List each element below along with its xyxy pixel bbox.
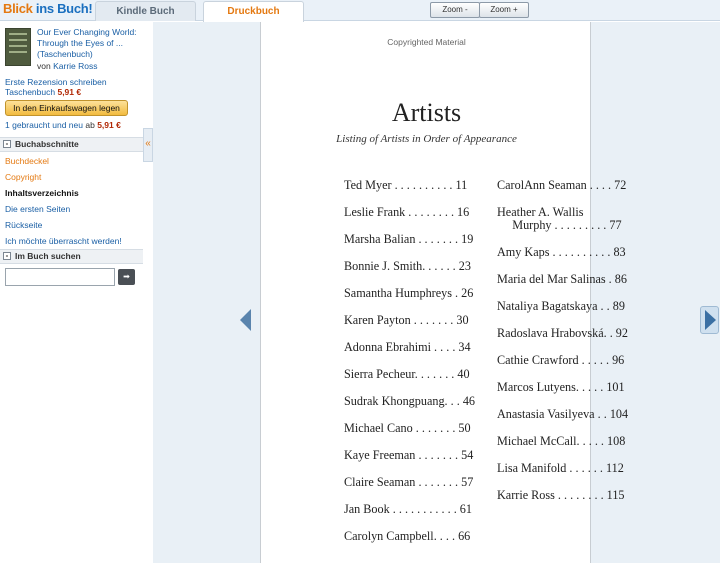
search-header[interactable]: - Im Buch suchen: [0, 249, 143, 264]
toc-entry: Carolyn Campbell. . . . 66: [344, 529, 471, 543]
book-page: Copyrighted Material Artists Listing of …: [260, 22, 628, 563]
toc-entry: Bonnie J. Smith. . . . . . 23: [344, 259, 471, 273]
section-link-copyright[interactable]: Copyright: [5, 172, 41, 182]
format-price-line: Taschenbuch 5,91 €: [5, 87, 81, 97]
toc-entry: Cathie Crawford . . . . . 96: [497, 353, 625, 367]
toc-entry: Michael Cano . . . . . . . 50: [344, 421, 471, 435]
collapse-minus-icon[interactable]: -: [3, 252, 11, 260]
toc-entry: Karrie Ross . . . . . . . . 115: [497, 488, 625, 502]
toc-entry: Radoslava Hrabovská. . 92: [497, 326, 628, 340]
search-in-book-input[interactable]: [5, 268, 115, 286]
section-link-inhaltsverzeichnis[interactable]: Inhaltsverzeichnis: [5, 188, 79, 198]
toc-entry: Sierra Pecheur. . . . . . . 40: [344, 367, 470, 381]
toc-entry: Murphy . . . . . . . . . 77: [497, 218, 622, 232]
toc-entry: Jan Book . . . . . . . . . . . 61: [344, 502, 472, 516]
sections-heading: Buchabschnitte: [15, 139, 79, 149]
toc-entry: Michael McCall. . . . . 108: [497, 434, 626, 448]
copyright-notice: Copyrighted Material: [387, 37, 466, 47]
toc-entry: Karen Payton . . . . . . . 30: [344, 313, 469, 327]
top-bar: Blick ins Buch! Kindle Buch Druckbuch Zo…: [0, 0, 720, 22]
logo-text-blick: Blick: [3, 1, 33, 16]
used-offers-link[interactable]: 1 gebraucht und neu: [5, 120, 83, 130]
book-cover-thumbnail[interactable]: [5, 28, 31, 66]
price-value: 5,91 €: [57, 87, 82, 97]
toc-entry: Nataliya Bagatskaya . . 89: [497, 299, 625, 313]
zoom-in-button[interactable]: Zoom +: [479, 2, 529, 18]
section-link-surprise[interactable]: Ich möchte überrascht werden!: [5, 236, 122, 246]
tab-kindle-buch[interactable]: Kindle Buch: [95, 1, 196, 21]
toc-entry: Marsha Balian . . . . . . . 19: [344, 232, 474, 246]
used-price-value: 5,91 €: [97, 120, 121, 130]
section-link-buchdeckel[interactable]: Buchdeckel: [5, 156, 49, 166]
search-heading: Im Buch suchen: [15, 251, 81, 261]
toc-entry: Sudrak Khongpuang. . . 46: [344, 394, 476, 408]
collapse-sidebar-handle[interactable]: «: [143, 128, 153, 162]
zoom-out-button[interactable]: Zoom -: [430, 2, 480, 18]
author-line: von Karrie Ross: [37, 61, 98, 71]
page-heading: Artists: [391, 98, 462, 127]
toc-entry: Claire Seaman . . . . . . . 57: [344, 475, 474, 489]
next-page-arrow-icon: [705, 310, 716, 330]
toc-entry: Kaye Freeman . . . . . . . 54: [344, 448, 474, 462]
logo-text-ins-buch: ins Buch!: [32, 1, 93, 16]
toc-entry: Lisa Manifold . . . . . . 112: [497, 461, 624, 475]
used-from-label: ab: [85, 120, 95, 130]
search-go-button[interactable]: ➡: [118, 269, 135, 285]
toc-entry: CarolAnn Seaman . . . . 72: [497, 178, 627, 192]
toc-entry: Adonna Ebrahimi . . . . 34: [344, 340, 471, 354]
toc-entry: Maria del Mar Salinas . 86: [497, 272, 627, 286]
add-to-cart-button[interactable]: In den Einkaufswagen legen: [5, 100, 128, 116]
toc-entry: Ted Myer . . . . . . . . . . 11: [344, 178, 468, 192]
toc-entry: Anastasia Vasilyeva . . 104: [497, 407, 629, 421]
format-link[interactable]: Taschenbuch: [5, 87, 55, 97]
next-page-button[interactable]: [700, 306, 719, 334]
toc-entry: Marcos Lutyens. . . . . 101: [497, 380, 625, 394]
section-link-rueckseite[interactable]: Rückseite: [5, 220, 42, 230]
blick-ins-buch-logo[interactable]: Blick ins Buch!: [3, 1, 93, 16]
section-link-erste-seiten[interactable]: Die ersten Seiten: [5, 204, 70, 214]
book-viewer: Copyrighted Material Artists Listing of …: [153, 22, 720, 563]
double-chevron-left-icon: «: [145, 138, 151, 149]
sidebar: Our Ever Changing World: Through the Eye…: [0, 22, 143, 563]
page-subheading: Listing of Artists in Order of Appearanc…: [336, 133, 517, 145]
used-offers-line: 1 gebraucht und neu ab 5,91 €: [5, 120, 121, 130]
tab-druckbuch[interactable]: Druckbuch: [203, 1, 304, 22]
toc-entry: Leslie Frank . . . . . . . . 16: [344, 205, 470, 219]
previous-page-arrow-icon[interactable]: [240, 309, 251, 331]
toc-entry: Samantha Humphreys . 26: [344, 286, 474, 300]
write-review-link[interactable]: Erste Rezension schreiben: [5, 77, 107, 87]
collapse-minus-icon[interactable]: -: [3, 140, 11, 148]
arrow-right-icon: ➡: [123, 272, 130, 281]
book-title-link[interactable]: Our Ever Changing World: Through the Eye…: [37, 27, 141, 60]
author-link[interactable]: Karrie Ross: [53, 61, 97, 71]
toc-entry: Amy Kaps . . . . . . . . . . 83: [497, 245, 626, 259]
author-prefix: von: [37, 61, 51, 71]
sections-header[interactable]: - Buchabschnitte: [0, 137, 143, 152]
